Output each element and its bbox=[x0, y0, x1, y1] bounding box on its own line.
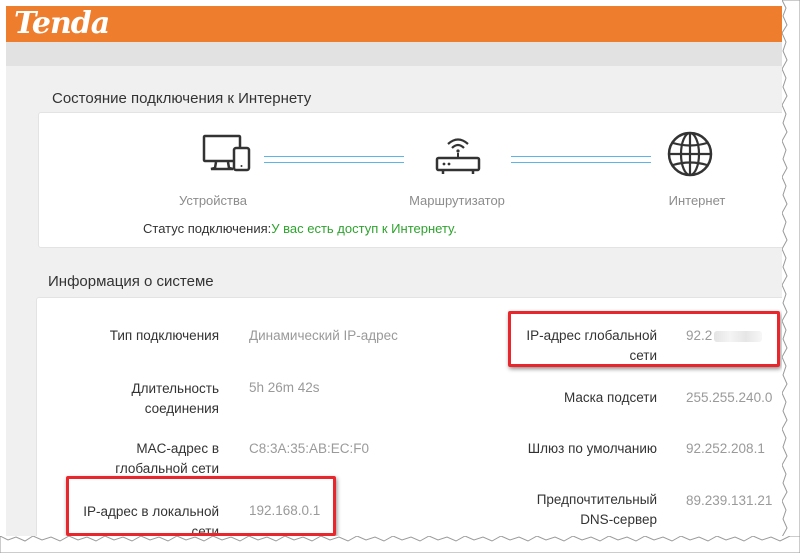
connection-type-value: Динамический IP-адрес bbox=[249, 328, 398, 343]
devices-label: Устройства bbox=[178, 193, 247, 208]
globe-icon bbox=[667, 131, 713, 177]
wan-mac-label: MAC-адрес в глобальной сети bbox=[115, 441, 219, 476]
devices-router-link bbox=[264, 156, 404, 163]
devices-icon bbox=[202, 134, 251, 172]
system-info-title: Информация о системе bbox=[48, 273, 214, 290]
connection-type-label: Тип подключения bbox=[109, 328, 219, 343]
connection-duration-value: 5h 26m 42s bbox=[249, 380, 320, 395]
connection-duration-label: Длительность соединения bbox=[131, 381, 220, 416]
preferred-dns-label: Предпочтительный DNS-сервер bbox=[536, 492, 657, 527]
router-admin-window: Tenda Состояние подключения к Интернету bbox=[6, 6, 782, 536]
connection-status: Статус подключения:У вас есть доступ к И… bbox=[143, 221, 457, 236]
router-internet-link bbox=[511, 156, 651, 163]
internet-label: Интернет bbox=[668, 193, 726, 208]
lan-ip-highlight bbox=[66, 476, 336, 536]
router-label: Маршрутизатор bbox=[409, 193, 505, 208]
router-icon bbox=[435, 138, 481, 174]
subnet-mask-label: Маска подсети bbox=[563, 390, 657, 405]
torn-edge-bottom bbox=[0, 536, 800, 553]
default-gateway-label: Шлюз по умолчанию bbox=[527, 441, 657, 456]
preferred-dns-value: 89.239.131.21 bbox=[686, 493, 773, 508]
connection-status-title: Состояние подключения к Интернету bbox=[52, 90, 312, 107]
connection-status-card: Устройства Маршрутизатор Интернет Статус… bbox=[38, 112, 782, 248]
wan-ip-highlight bbox=[508, 311, 780, 367]
torn-edge-right bbox=[782, 0, 800, 553]
header-bar: Tenda bbox=[6, 6, 782, 42]
tenda-logo[interactable]: Tenda bbox=[14, 8, 110, 40]
wan-mac-value: C8:3A:35:AB:EC:F0 bbox=[249, 441, 370, 456]
nav-bar bbox=[6, 42, 782, 66]
connection-status-label: Статус подключения: bbox=[143, 221, 272, 236]
connection-status-value: У вас есть доступ к Интернету. bbox=[271, 221, 457, 236]
default-gateway-value: 92.252.208.1 bbox=[686, 441, 765, 456]
subnet-mask-value: 255.255.240.0 bbox=[686, 390, 773, 405]
